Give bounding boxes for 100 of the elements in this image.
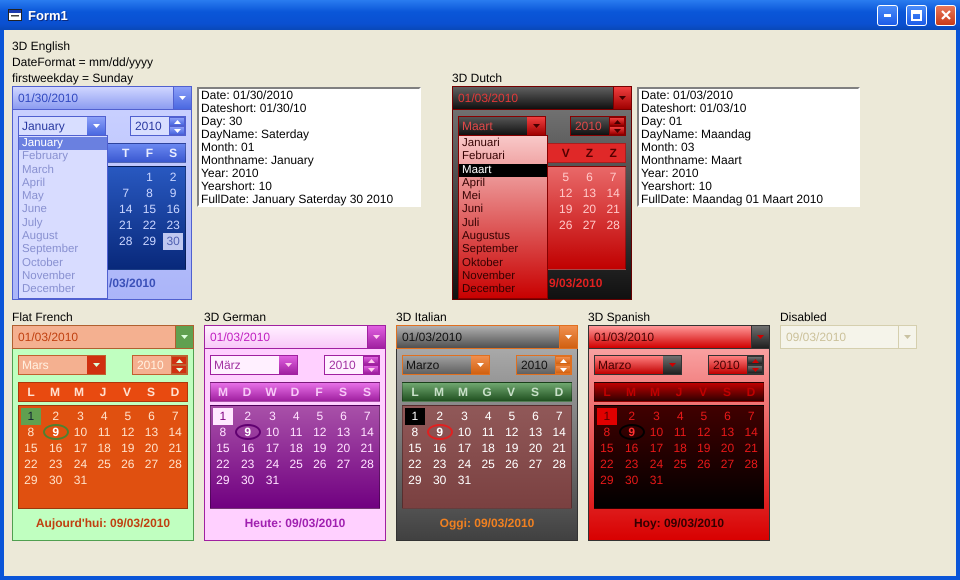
day-cell[interactable]: 31: [646, 472, 666, 488]
day-cell[interactable]: 8: [139, 185, 160, 201]
day-cell[interactable]: 5: [694, 408, 714, 424]
year-field[interactable]: 2010: [708, 355, 764, 375]
day-cell[interactable]: 3: [454, 408, 474, 424]
day-cell[interactable]: 24: [262, 456, 282, 472]
day-cell[interactable]: 8: [20, 424, 41, 440]
day-cell[interactable]: 16: [430, 440, 450, 456]
day-cell[interactable]: 9: [234, 424, 261, 440]
month-option[interactable]: June: [19, 203, 107, 217]
day-cell[interactable]: 7: [549, 408, 570, 424]
day-cell[interactable]: 21: [741, 440, 762, 456]
day-cell[interactable]: 6: [141, 408, 162, 424]
day-cell[interactable]: 3: [262, 408, 282, 424]
month-combo[interactable]: März: [210, 355, 298, 375]
month-option[interactable]: December: [19, 283, 107, 297]
month-option[interactable]: July: [19, 216, 107, 230]
spin-up-button[interactable]: [609, 117, 625, 126]
day-cell[interactable]: 14: [165, 424, 186, 440]
day-cell[interactable]: 19: [310, 440, 330, 456]
day-cell[interactable]: 5: [118, 408, 138, 424]
month-option[interactable]: Juli: [459, 216, 547, 230]
month-option[interactable]: March: [19, 164, 107, 177]
day-cell[interactable]: 13: [525, 424, 546, 440]
day-cell[interactable]: 14: [357, 424, 378, 440]
month-option[interactable]: April: [459, 176, 547, 190]
date-field[interactable]: 01/03/2010: [12, 325, 194, 349]
day-cell[interactable]: 6: [717, 408, 738, 424]
day-cell[interactable]: 22: [596, 456, 617, 472]
day-cell[interactable]: 10: [70, 424, 90, 440]
day-cell[interactable]: 18: [286, 440, 306, 456]
day-cell[interactable]: 11: [478, 424, 498, 440]
dropdown-button[interactable]: [87, 117, 105, 135]
day-cell[interactable]: 29: [212, 472, 233, 488]
month-option[interactable]: September: [459, 243, 547, 257]
day-cell[interactable]: 27: [579, 217, 600, 233]
day-cell[interactable]: 27: [525, 456, 546, 472]
dropdown-button[interactable]: [471, 356, 489, 374]
day-cell[interactable]: 29: [404, 472, 425, 488]
day-cell[interactable]: 17: [454, 440, 474, 456]
day-cell[interactable]: 2: [238, 408, 258, 424]
day-cell[interactable]: 8: [212, 424, 233, 440]
day-cell[interactable]: 21: [165, 440, 186, 456]
day-cell[interactable]: 22: [404, 456, 425, 472]
month-option[interactable]: November: [19, 270, 107, 284]
day-cell[interactable]: 9: [163, 185, 184, 201]
day-cell[interactable]: 15: [212, 440, 233, 456]
day-cell[interactable]: 14: [116, 201, 136, 217]
day-cell[interactable]: 3: [70, 408, 90, 424]
month-option[interactable]: September: [19, 243, 107, 257]
today-label[interactable]: Heute: 09/03/2010: [244, 516, 346, 530]
day-cell[interactable]: 8: [596, 424, 617, 440]
month-option[interactable]: November: [459, 270, 547, 284]
day-cell[interactable]: 1: [20, 408, 41, 424]
day-cell[interactable]: 2: [622, 408, 642, 424]
day-cell[interactable]: 21: [116, 217, 136, 233]
dropdown-button[interactable]: [527, 117, 545, 135]
today-label[interactable]: Hoy: 09/03/2010: [634, 516, 724, 530]
day-cell[interactable]: 12: [502, 424, 522, 440]
day-cell[interactable]: 24: [646, 456, 666, 472]
spin-down-button[interactable]: [171, 365, 187, 374]
day-cell[interactable]: 19: [556, 201, 576, 217]
day-cell[interactable]: 12: [556, 185, 576, 201]
year-field[interactable]: 2010: [516, 355, 572, 375]
day-cell[interactable]: 15: [404, 440, 425, 456]
spin-down-button[interactable]: [747, 365, 763, 374]
day-cell[interactable]: 12: [310, 424, 330, 440]
spin-down-button[interactable]: [555, 365, 571, 374]
day-cell[interactable]: 19: [118, 440, 138, 456]
day-cell[interactable]: 27: [717, 456, 738, 472]
day-cell[interactable]: 30: [622, 472, 642, 488]
day-cell[interactable]: 24: [454, 456, 474, 472]
day-cell[interactable]: 26: [118, 456, 138, 472]
day-cell[interactable]: 21: [357, 440, 378, 456]
day-cell[interactable]: 9: [618, 424, 645, 440]
day-cell[interactable]: 26: [310, 456, 330, 472]
day-cell[interactable]: 9: [42, 424, 69, 440]
month-option[interactable]: February: [19, 150, 107, 164]
spin-up-button[interactable]: [555, 356, 571, 365]
day-cell[interactable]: 15: [20, 440, 41, 456]
day-cell[interactable]: 14: [741, 424, 762, 440]
day-cell[interactable]: 7: [741, 408, 762, 424]
month-option[interactable]: Augustus: [459, 230, 547, 244]
day-cell[interactable]: 27: [333, 456, 354, 472]
day-cell[interactable]: 17: [70, 440, 90, 456]
month-option[interactable]: August: [19, 230, 107, 244]
month-option[interactable]: Juni: [459, 203, 547, 217]
day-cell[interactable]: 20: [717, 440, 738, 456]
spin-up-button[interactable]: [747, 356, 763, 365]
day-cell[interactable]: 29: [20, 472, 41, 488]
today-label[interactable]: Oggi: 09/03/2010: [440, 516, 534, 530]
today-label[interactable]: 9/03/2010: [549, 276, 602, 290]
day-cell[interactable]: 31: [454, 472, 474, 488]
day-cell[interactable]: 19: [694, 440, 714, 456]
day-cell[interactable]: 10: [262, 424, 282, 440]
day-cell[interactable]: 16: [622, 440, 642, 456]
spin-down-button[interactable]: [169, 126, 185, 135]
day-cell[interactable]: 13: [141, 424, 162, 440]
spin-up-button[interactable]: [171, 356, 187, 365]
month-combo[interactable]: Marzo: [594, 355, 682, 375]
